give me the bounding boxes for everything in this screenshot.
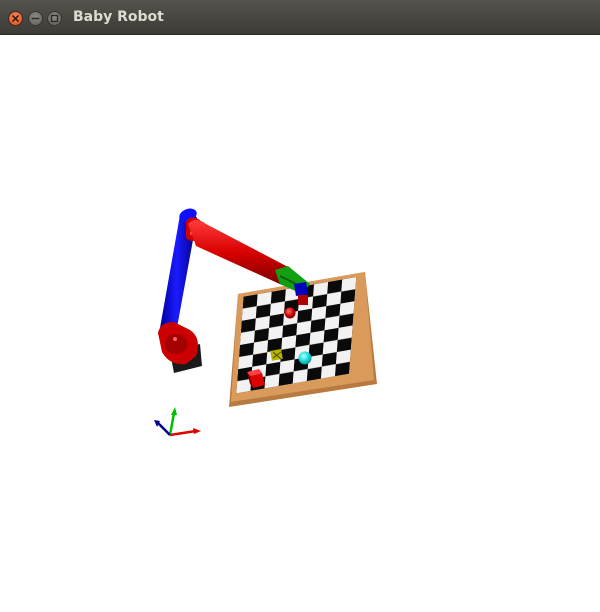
close-button[interactable]	[8, 11, 23, 26]
axes-gizmo	[154, 407, 201, 437]
tool-tip	[298, 295, 308, 305]
app-window: Baby Robot	[0, 0, 600, 608]
wrist	[294, 282, 308, 296]
3d-viewport[interactable]	[0, 35, 600, 608]
window-title: Baby Robot	[73, 9, 164, 25]
maximize-button[interactable]	[47, 11, 62, 26]
close-icon	[12, 15, 19, 22]
red-link	[188, 220, 290, 285]
x-axis	[169, 429, 197, 437]
maximize-icon	[50, 14, 59, 23]
yellow-marker	[270, 349, 283, 361]
y-axis	[168, 412, 176, 436]
minimize-button[interactable]	[28, 11, 43, 26]
title-bar[interactable]: Baby Robot	[0, 0, 600, 35]
cyan-ball	[298, 351, 312, 365]
red-ball	[284, 307, 296, 319]
robot-scene[interactable]	[0, 35, 600, 608]
z-axis	[157, 422, 171, 436]
minimize-icon	[31, 17, 40, 20]
